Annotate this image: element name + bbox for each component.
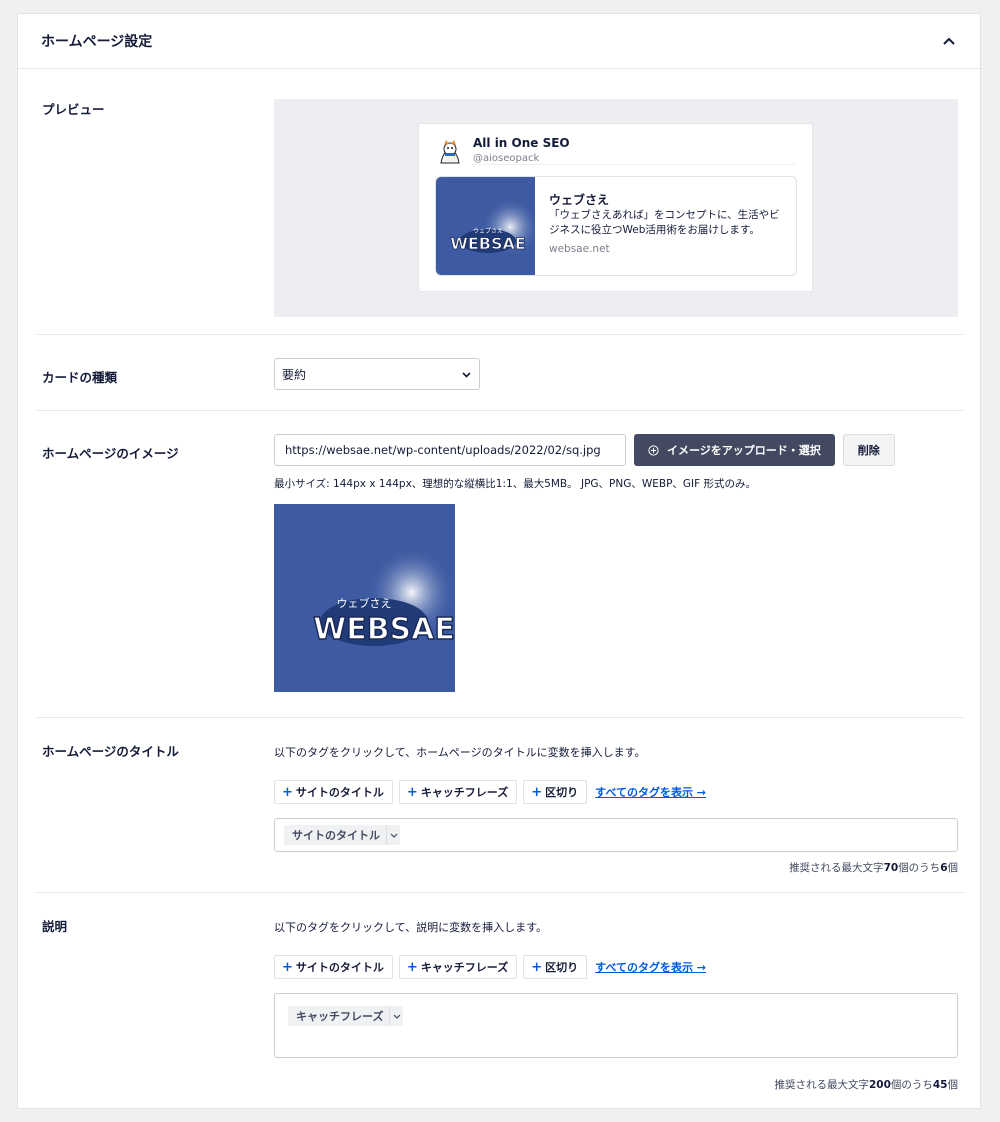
card-type-label: カードの種類 <box>42 370 118 385</box>
title-instruction: 以下のタグをクリックして、ホームページのタイトルに変数を挿入します。 <box>274 746 646 759</box>
image-hint: 最小サイズ: 144px x 144px、理想的な縦横比1:1、最大5MB。 J… <box>274 478 757 490</box>
description-instruction: 以下のタグをクリックして、説明に変数を挿入します。 <box>274 921 548 934</box>
plus-circle-icon <box>648 444 659 456</box>
card-type-select[interactable]: 要約 <box>274 358 480 390</box>
image-preview: ウェブさえ WEBSAE <box>274 504 456 692</box>
twitter-card: All in One SEO @aioseopack ウェブさえ WEBSAE … <box>418 123 813 292</box>
upload-image-button[interactable]: イメージをアップロード・選択 <box>634 434 835 466</box>
homepage-settings-panel: ホームページ設定 プレビュー All in One SEO @aioseopac… <box>17 13 981 1109</box>
twitter-preview: All in One SEO @aioseopack ウェブさえ WEBSAE … <box>274 99 958 317</box>
site-title: ウェブさえ <box>549 193 610 207</box>
show-all-tags-link[interactable]: すべてのタグを表示 → <box>595 784 706 800</box>
tag-tagline[interactable]: + キャッチフレーズ <box>398 955 518 979</box>
link-card: ウェブさえ WEBSAE ウェブさえ 「ウェブさえあれば」をコンセプトに、生活や… <box>435 176 797 276</box>
logo-text: WEBSAE <box>313 612 455 647</box>
panel-header[interactable]: ホームページ設定 <box>18 14 980 69</box>
site-description: 「ウェブさえあれば」をコンセプトに、生活やビジネスに役立つWeb活用術をお届けし… <box>549 209 780 236</box>
delete-image-button[interactable]: 削除 <box>842 434 895 466</box>
logo-text: WEBSAE <box>450 234 526 253</box>
tag-separator[interactable]: + 区切り <box>523 955 588 979</box>
account-handle: @aioseopack <box>473 153 540 164</box>
card-type-value: 要約 <box>282 367 307 382</box>
title-row: ホームページのタイトル 以下のタグをクリックして、ホームページのタイトルに変数を… <box>36 719 964 893</box>
description-label: 説明 <box>42 919 68 934</box>
title-label: ホームページのタイトル <box>42 744 179 759</box>
title-editor[interactable]: サイトのタイトル <box>274 818 958 852</box>
chevron-up-icon[interactable] <box>942 34 956 48</box>
image-url-input[interactable]: https://websae.net/wp-content/uploads/20… <box>274 434 626 466</box>
description-tag-list: + サイトのタイトル + キャッチフレーズ + 区切り すべてのタグを表示 → <box>274 955 958 979</box>
site-domain: websae.net <box>549 243 610 255</box>
title-tag-list: + サイトのタイトル + キャッチフレーズ + 区切り すべてのタグを表示 → <box>274 780 958 804</box>
preview-label: プレビュー <box>42 102 105 117</box>
image-label: ホームページのイメージ <box>42 446 179 461</box>
tag-site-title[interactable]: + サイトのタイトル <box>274 955 393 979</box>
chevron-down-icon <box>462 367 471 381</box>
description-char-count: 推奨される最大文字200個のうち45個 <box>774 1079 958 1091</box>
panel-title: ホームページ設定 <box>41 34 153 50</box>
site-image-thumbnail: ウェブさえ WEBSAE <box>436 177 535 275</box>
tag-chip[interactable]: キャッチフレーズ <box>288 1006 404 1026</box>
upload-image-label: イメージをアップロード・選択 <box>667 444 821 457</box>
tag-chip[interactable]: サイトのタイトル <box>284 825 400 845</box>
chevron-down-icon[interactable] <box>386 825 400 845</box>
chevron-down-icon[interactable] <box>389 1006 403 1026</box>
card-type-row: カードの種類 要約 <box>36 336 964 411</box>
image-row: ホームページのイメージ https://websae.net/wp-conten… <box>36 412 964 718</box>
logo-small-text: ウェブさえ <box>337 596 392 610</box>
description-row: 説明 以下のタグをクリックして、説明に変数を挿入します。 + サイトのタイトル +… <box>36 894 964 1094</box>
divider <box>473 164 796 165</box>
tag-tagline[interactable]: + キャッチフレーズ <box>398 780 518 804</box>
tag-separator[interactable]: + 区切り <box>523 780 588 804</box>
description-editor[interactable]: キャッチフレーズ <box>274 993 958 1058</box>
show-all-tags-link[interactable]: すべてのタグを表示 → <box>595 959 706 975</box>
preview-row: プレビュー All in One SEO @aioseopack ウェブさえ W… <box>36 70 964 335</box>
avatar <box>435 137 465 167</box>
title-char-count: 推奨される最大文字70個のうち6個 <box>789 862 958 874</box>
account-name: All in One SEO <box>473 136 570 150</box>
tag-site-title[interactable]: + サイトのタイトル <box>274 780 393 804</box>
